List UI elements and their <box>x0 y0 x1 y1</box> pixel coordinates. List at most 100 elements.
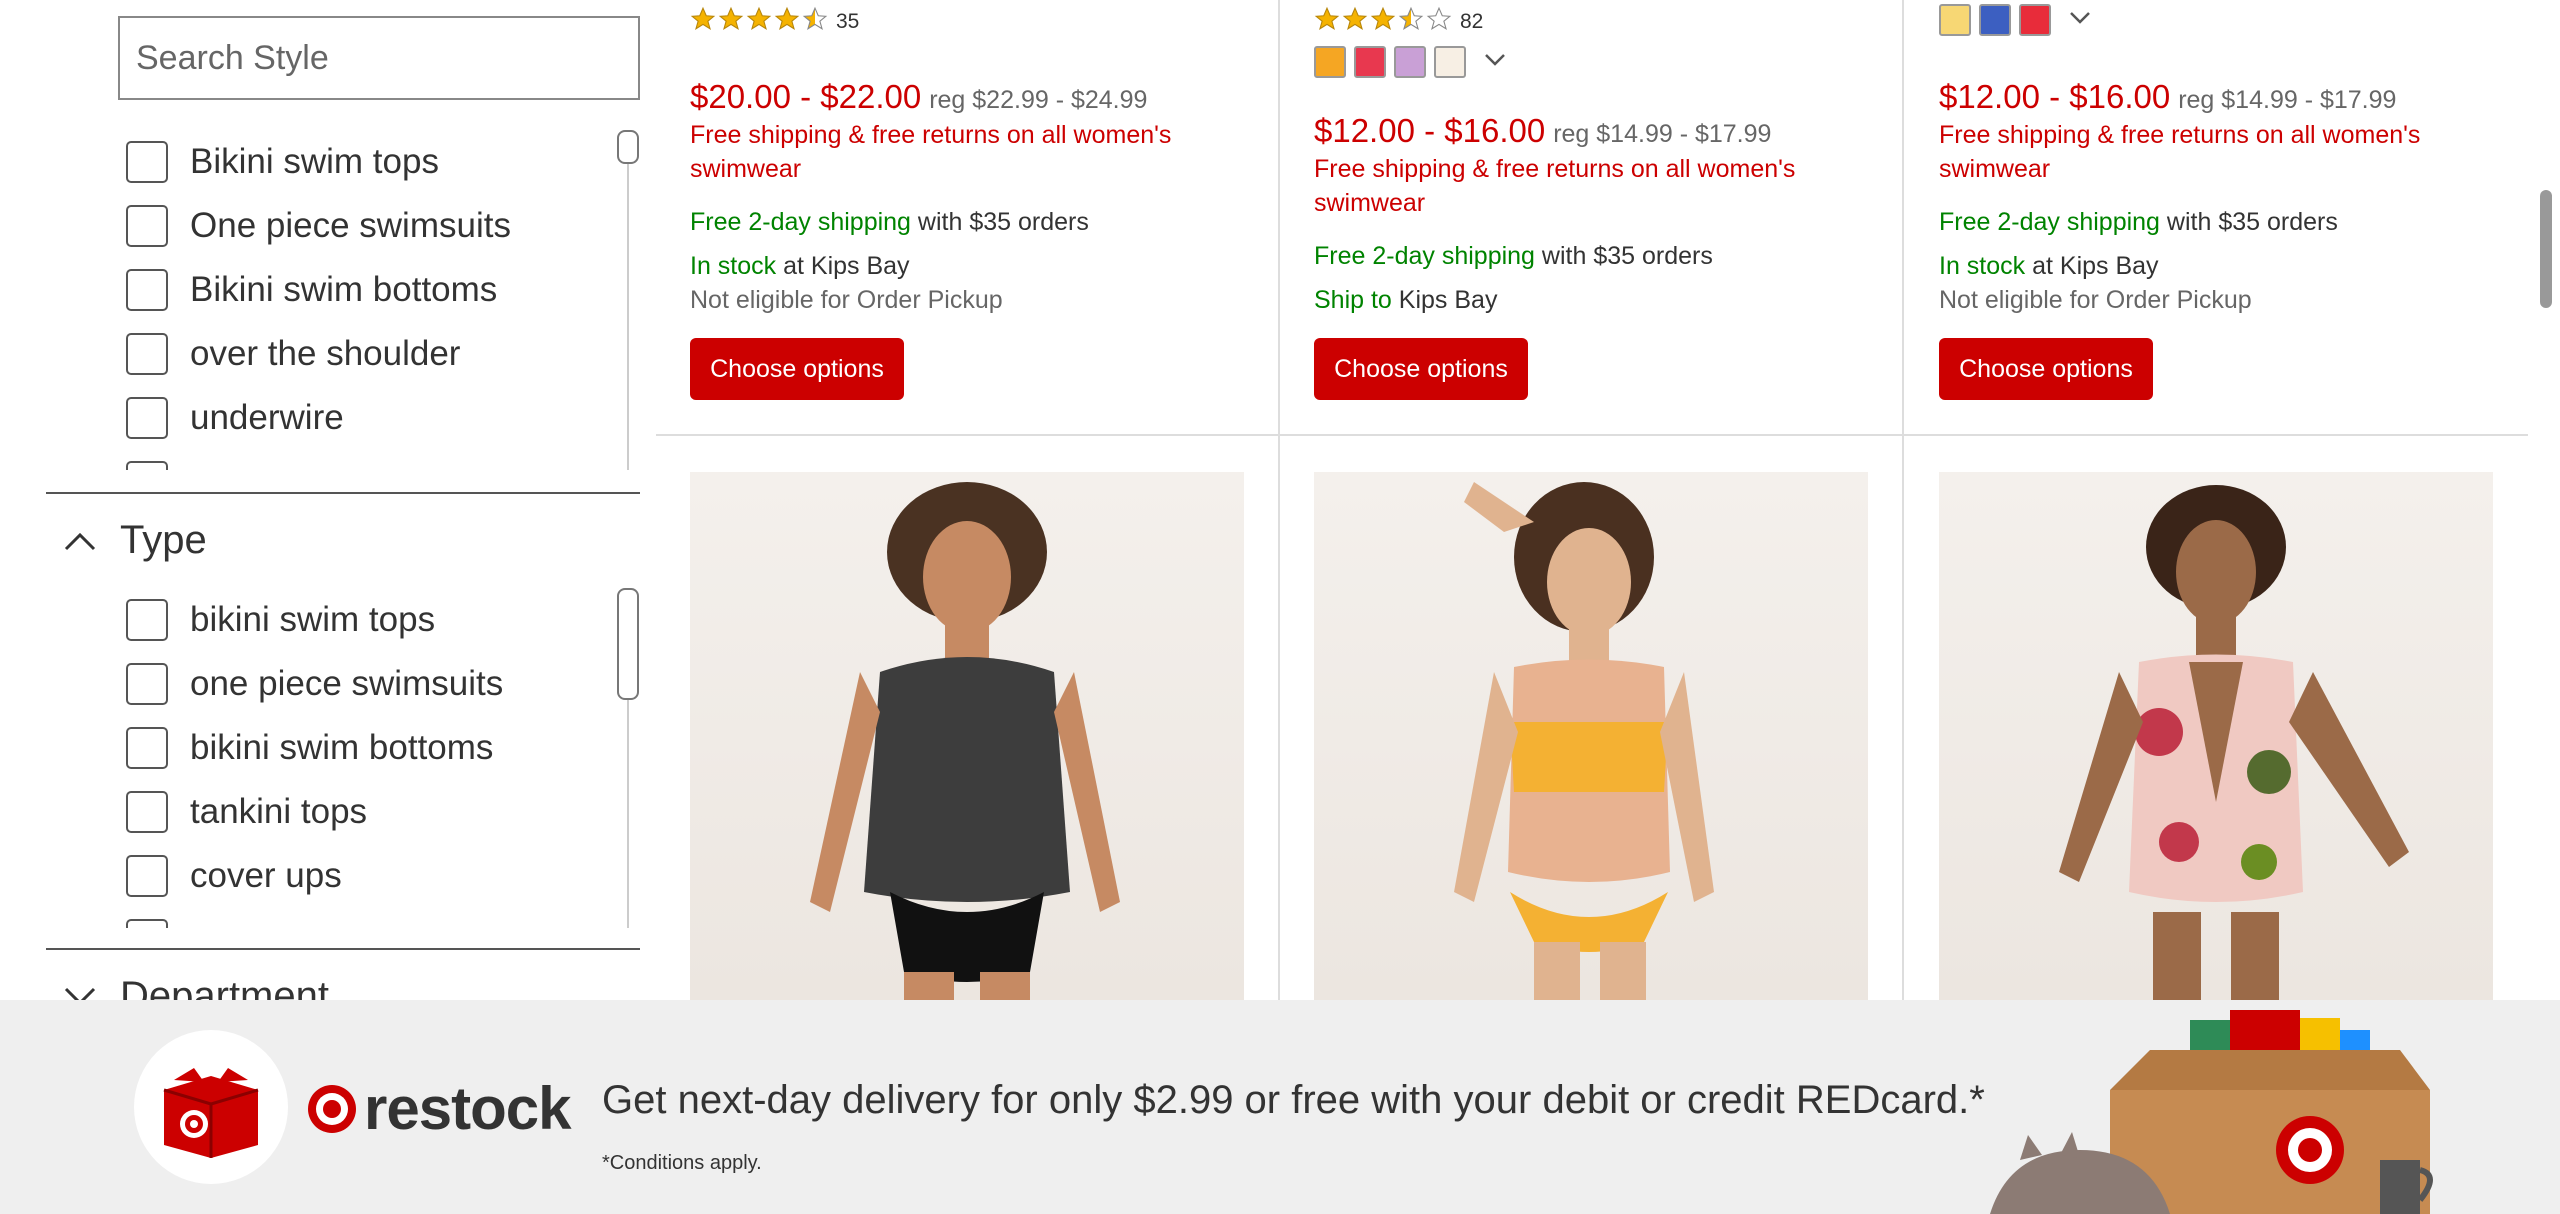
price: $20.00 - $22.00 reg $22.99 - $24.99 <box>690 78 1148 115</box>
rating-stars: 35 <box>690 6 859 38</box>
color-swatch[interactable] <box>2019 4 2051 36</box>
page-scrollbar[interactable] <box>2540 190 2552 308</box>
search-style-field[interactable] <box>118 16 640 100</box>
type-options-list: bikini swim tops one piece swimsuits bik… <box>126 588 626 928</box>
shipping-info: Free 2-day shipping with $35 orders <box>1939 208 2338 236</box>
rating-stars: 82 <box>1314 6 1483 38</box>
color-swatch[interactable] <box>1314 46 1346 78</box>
star-icon <box>774 6 800 38</box>
style-options-list: Bikini swim tops One piece swimsuits Bik… <box>126 130 626 470</box>
star-empty-icon <box>1426 6 1452 38</box>
style-option[interactable]: Bikini swim bottoms <box>126 258 626 322</box>
type-option[interactable]: one piece swimsuits <box>126 652 626 716</box>
chevron-up-icon <box>62 523 98 559</box>
color-swatches <box>1314 46 1506 78</box>
type-option[interactable]: tankini tops <box>126 780 626 844</box>
regular-price: reg $14.99 - $17.99 <box>2178 86 2397 114</box>
product-image[interactable] <box>1939 472 2493 1000</box>
checkbox[interactable] <box>126 461 168 470</box>
star-icon <box>1370 6 1396 38</box>
color-swatch[interactable] <box>1354 46 1386 78</box>
section-divider <box>46 948 640 950</box>
availability: Ship to Kips Bay <box>1314 286 1498 314</box>
checkbox[interactable] <box>126 141 168 183</box>
restock-logo: restock <box>306 1074 571 1143</box>
choose-options-button[interactable]: Choose options <box>690 338 904 400</box>
grid-row-divider <box>656 434 2528 436</box>
restock-box-icon <box>134 1030 288 1184</box>
promo-text: Free shipping & free returns on all wome… <box>690 121 1172 183</box>
grid-divider <box>1902 0 1904 1000</box>
product-image[interactable] <box>1314 472 1868 1000</box>
checkbox[interactable] <box>126 397 168 439</box>
department-section-header[interactable]: Department <box>62 974 329 1000</box>
type-option[interactable]: cover ups <box>126 844 626 908</box>
type-option[interactable]: bikini swim bottoms <box>126 716 626 780</box>
style-list-scrollbar[interactable] <box>617 130 639 164</box>
checkbox[interactable] <box>126 855 168 897</box>
shipping-info: Free 2-day shipping with $35 orders <box>1314 242 1713 270</box>
color-swatches <box>1939 4 2091 36</box>
filter-sidebar: Bikini swim tops One piece swimsuits Bik… <box>0 0 660 1000</box>
style-option[interactable]: over the shoulder <box>126 322 626 386</box>
checkbox[interactable] <box>126 333 168 375</box>
rating-count: 82 <box>1460 10 1484 33</box>
chevron-down-icon[interactable] <box>2069 11 2091 30</box>
product-image[interactable] <box>690 472 1244 1000</box>
target-logo-icon <box>308 1084 356 1133</box>
checkbox[interactable] <box>126 663 168 705</box>
choose-options-button[interactable]: Choose options <box>1939 338 2153 400</box>
type-section-header[interactable]: Type <box>62 518 207 563</box>
star-half-icon <box>802 6 828 38</box>
star-icon <box>690 6 716 38</box>
shipping-info: Free 2-day shipping with $35 orders <box>690 208 1089 236</box>
type-option[interactable]: bikini swim tops <box>126 588 626 652</box>
department-section-title: Department <box>120 974 329 1000</box>
regular-price: reg $14.99 - $17.99 <box>1553 120 1772 148</box>
checkbox[interactable] <box>126 599 168 641</box>
availability: In stock at Kips Bay <box>1939 252 2159 280</box>
restock-promo-banner[interactable]: restock Get next-day delivery for only $… <box>0 1000 2560 1214</box>
type-list-scrollbar[interactable] <box>617 588 639 700</box>
shipping-link[interactable]: Free 2-day shipping <box>1314 242 1535 270</box>
star-icon <box>718 6 744 38</box>
type-section-title: Type <box>120 518 207 562</box>
price: $12.00 - $16.00 reg $14.99 - $17.99 <box>1314 112 1772 149</box>
restock-box-illustration <box>1980 1000 2460 1214</box>
checkbox[interactable] <box>126 205 168 247</box>
chevron-down-icon[interactable] <box>1484 53 1506 72</box>
shipping-link[interactable]: Free 2-day shipping <box>1939 208 2160 236</box>
star-icon <box>1342 6 1368 38</box>
style-list-scroll-track[interactable] <box>627 130 629 470</box>
style-option[interactable]: underwire <box>126 386 626 450</box>
pickup-note: Not eligible for Order Pickup <box>690 286 1003 314</box>
color-swatch[interactable] <box>1939 4 1971 36</box>
banner-fine-print: *Conditions apply. <box>602 1152 762 1174</box>
grid-divider <box>1278 0 1280 1000</box>
choose-options-button[interactable]: Choose options <box>1314 338 1528 400</box>
chevron-down-icon <box>62 979 98 1000</box>
color-swatch[interactable] <box>1394 46 1426 78</box>
star-icon <box>746 6 772 38</box>
style-option[interactable]: One piece swimsuits <box>126 194 626 258</box>
color-swatch[interactable] <box>1434 46 1466 78</box>
promo-text: Free shipping & free returns on all wome… <box>1314 155 1796 217</box>
checkbox[interactable] <box>126 919 168 928</box>
search-style-input[interactable] <box>136 38 622 78</box>
star-icon <box>1314 6 1340 38</box>
star-half-icon <box>1398 6 1424 38</box>
style-option[interactable]: Bikini swim tops <box>126 130 626 194</box>
type-option[interactable] <box>126 908 626 928</box>
availability: In stock at Kips Bay <box>690 252 910 280</box>
checkbox[interactable] <box>126 269 168 311</box>
shipping-link[interactable]: Free 2-day shipping <box>690 208 911 236</box>
banner-headline: Get next-day delivery for only $2.99 or … <box>602 1078 1985 1122</box>
checkbox[interactable] <box>126 791 168 833</box>
promo-text: Free shipping & free returns on all wome… <box>1939 121 2421 183</box>
regular-price: reg $22.99 - $24.99 <box>929 86 1148 114</box>
style-option[interactable] <box>126 450 626 470</box>
rating-count: 35 <box>836 10 860 33</box>
checkbox[interactable] <box>126 727 168 769</box>
section-divider <box>46 492 640 494</box>
color-swatch[interactable] <box>1979 4 2011 36</box>
